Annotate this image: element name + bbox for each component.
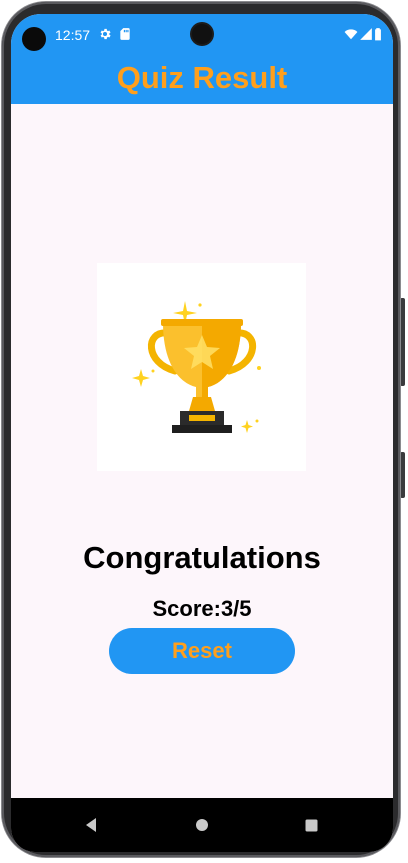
power-button: [400, 298, 405, 386]
back-button[interactable]: [61, 798, 121, 852]
page-title: Quiz Result: [116, 60, 288, 95]
back-icon: [86, 818, 96, 832]
phone-device: 12:57 Quiz Result Congratulations Score:…: [0, 0, 408, 863]
status-bar: 12:57: [11, 14, 393, 54]
battery-icon: [375, 28, 381, 41]
cellular-signal-icon: [360, 28, 372, 40]
front-camera: [192, 24, 212, 44]
trophy-image: [97, 263, 306, 471]
reset-button[interactable]: Reset: [109, 628, 295, 674]
volume-button: [400, 452, 405, 498]
status-time: 12:57: [55, 27, 91, 43]
congratulations-heading: Congratulations: [83, 540, 321, 575]
result-content: Congratulations Score:3/5 Reset: [11, 104, 393, 798]
score-text: Score:3/5: [152, 596, 252, 621]
wifi-icon: [344, 29, 358, 40]
home-icon: [196, 819, 208, 831]
recents-icon: [305, 819, 317, 831]
app-bar: 12:57 Quiz Result: [11, 14, 393, 104]
camera-cutout: [22, 27, 46, 51]
recents-button[interactable]: [281, 798, 341, 852]
home-button[interactable]: [172, 798, 232, 852]
gear-icon: [100, 28, 111, 40]
trophy-icon: [132, 301, 261, 433]
system-nav-bar: [11, 798, 393, 852]
sparkle-icon: [132, 369, 150, 387]
sd-card-icon: [120, 28, 130, 40]
sparkle-icon: [241, 420, 253, 433]
screen: 12:57 Quiz Result Congratulations Score:…: [11, 14, 393, 852]
